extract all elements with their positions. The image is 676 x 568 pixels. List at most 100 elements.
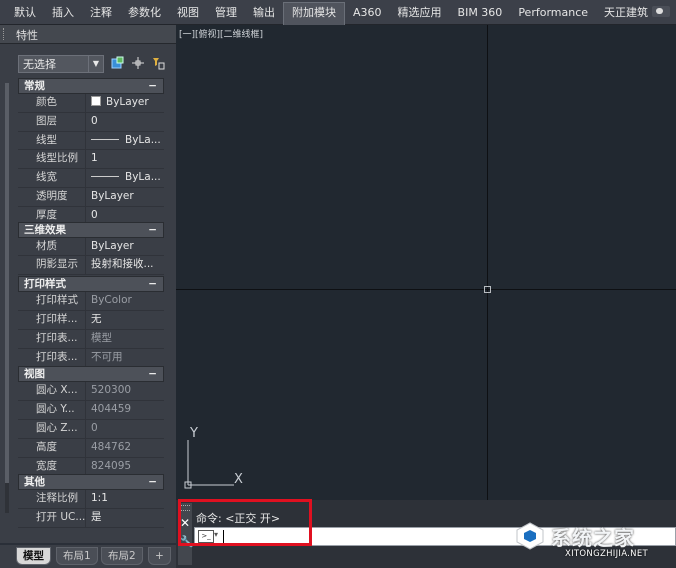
section-header[interactable]: 视图 − [18, 366, 164, 383]
crosshair-vertical [487, 25, 488, 500]
crosshair-horizontal [176, 289, 676, 290]
add-layout-button[interactable]: + [148, 547, 171, 565]
palette-scrollbar[interactable] [5, 83, 9, 513]
property-row[interactable]: 颜色 ByLayer [18, 94, 164, 113]
quick-select-icon[interactable] [150, 56, 166, 72]
grip-icon[interactable] [3, 28, 7, 40]
property-value[interactable]: ByLayer [86, 188, 164, 206]
ribbon-tab[interactable]: 管理 [207, 2, 245, 24]
palette-titlebar[interactable]: 特性 [0, 25, 176, 44]
property-name: 线宽 [18, 169, 86, 187]
property-row[interactable]: 高度 484762 [18, 438, 164, 458]
property-row[interactable]: 打印样式 ByColor [18, 292, 164, 311]
selection-dropdown[interactable]: 无选择 ▼ [18, 55, 104, 73]
property-name: 打印表... [18, 348, 86, 367]
property-value[interactable]: 1 [86, 150, 164, 168]
property-name: 高度 [18, 438, 86, 457]
ribbon-tab[interactable]: 输出 [245, 2, 283, 24]
property-row[interactable]: 圆心 Y... 404459 [18, 401, 164, 420]
section-title: 打印样式 [24, 278, 66, 291]
chevron-down-icon[interactable]: ▼ [88, 56, 103, 72]
collapse-icon[interactable]: − [148, 79, 157, 93]
collapse-icon[interactable]: − [148, 367, 157, 381]
property-value[interactable]: 0 [86, 113, 164, 131]
property-row[interactable]: 打印表... 不可用 [18, 348, 164, 368]
layout-tab[interactable]: 模型 [16, 547, 51, 565]
ribbon-tab[interactable]: 参数化 [120, 2, 169, 24]
property-row[interactable]: 图层 0 [18, 112, 164, 132]
ribbon-tab[interactable]: 精选应用 [390, 2, 450, 24]
property-value[interactable]: ByColor [86, 292, 164, 310]
section-header[interactable]: 打印样式 − [18, 276, 164, 293]
ribbon-tab[interactable]: 天正建筑 [596, 2, 656, 24]
property-value-text: 是 [91, 511, 102, 524]
property-row[interactable]: 打印表... 模型 [18, 329, 164, 349]
toggle-pickadd-icon[interactable] [110, 56, 126, 72]
section-header[interactable]: 常规 − [18, 78, 164, 94]
property-row[interactable]: 线型 ByLa... [18, 131, 164, 151]
property-value[interactable]: ByLayer [86, 94, 164, 112]
property-value[interactable]: 824095 [86, 458, 164, 476]
ucs-icon: Y X [184, 426, 243, 489]
ribbon-tab[interactable]: A360 [345, 2, 390, 24]
section-header[interactable]: 三维效果 − [18, 221, 164, 238]
property-value[interactable]: ByLa... [86, 169, 164, 187]
property-row[interactable]: 打印样... 无 [18, 310, 164, 330]
section-header[interactable]: 其他 − [18, 474, 164, 491]
viewport-controls[interactable]: [一][俯视][二维线框] [179, 27, 263, 40]
ribbon-tab[interactable]: 默认 [6, 2, 44, 24]
property-value-text: 1 [91, 152, 98, 165]
ribbon-toggle-icon[interactable] [652, 6, 670, 17]
ribbon-tab[interactable]: 插入 [44, 2, 82, 24]
ribbon-tab[interactable]: Performance [510, 2, 596, 24]
property-value[interactable]: ByLa... [86, 132, 164, 150]
property-row[interactable]: 注释比例 1:1 [18, 490, 164, 510]
property-row[interactable]: 阴影显示 投射和接收... [18, 256, 164, 276]
property-row[interactable]: 线宽 ByLa... [18, 169, 164, 188]
property-name: 透明度 [18, 187, 86, 206]
property-value[interactable]: 0 [86, 420, 164, 438]
property-row[interactable]: 材质 ByLayer [18, 237, 164, 257]
ribbon-tab[interactable]: 注释 [82, 2, 120, 24]
property-value[interactable]: 模型 [86, 330, 164, 348]
property-value[interactable]: 投射和接收... [86, 256, 164, 274]
property-name: 打印样式 [18, 292, 86, 310]
property-row[interactable]: 透明度 ByLayer [18, 187, 164, 207]
layout-tab[interactable]: 布局1 [56, 547, 98, 565]
property-value-text: 0 [91, 208, 98, 221]
property-name: 打开 UC... [18, 509, 86, 527]
ribbon-tab[interactable]: 附加模块 [283, 2, 345, 25]
property-value[interactable]: ByLayer [86, 238, 164, 256]
property-value-text: ByLa... [125, 133, 161, 146]
ribbon-tab[interactable]: 视图 [169, 2, 207, 24]
highlight-box [178, 499, 312, 546]
collapse-icon[interactable]: − [148, 223, 157, 237]
property-value[interactable]: 无 [86, 311, 164, 329]
linetype-preview-icon [91, 138, 119, 140]
property-row[interactable]: 圆心 X... 520300 [18, 382, 164, 402]
property-value[interactable]: 1:1 [86, 490, 164, 508]
property-value-text: 404459 [91, 403, 132, 416]
property-name: 阴影显示 [18, 256, 86, 275]
property-value-text: ByLayer [91, 189, 134, 202]
ribbon-tab[interactable]: BIM 360 [450, 2, 511, 24]
property-row[interactable]: 打开 UC... 是 [18, 509, 164, 528]
watermark: 系统之家 XITONGZHIJIA.NET [515, 519, 675, 567]
property-value-text: ByLa... [125, 171, 161, 184]
select-objects-icon[interactable] [130, 56, 146, 72]
color-swatch-icon [91, 96, 101, 106]
property-value-text: 824095 [91, 459, 132, 472]
property-name: 圆心 Y... [18, 401, 86, 419]
collapse-icon[interactable]: − [148, 277, 157, 291]
drawing-canvas[interactable]: [一][俯视][二维线框] Y X [176, 25, 676, 500]
collapse-icon[interactable]: − [148, 475, 157, 489]
property-value[interactable]: 404459 [86, 401, 164, 419]
property-value[interactable]: 484762 [86, 439, 164, 457]
property-row[interactable]: 圆心 Z... 0 [18, 419, 164, 439]
property-value[interactable]: 520300 [86, 382, 164, 400]
property-value[interactable]: 不可用 [86, 349, 164, 367]
scrollbar-thumb[interactable] [5, 83, 9, 483]
property-value[interactable]: 是 [86, 509, 164, 527]
layout-tab[interactable]: 布局2 [101, 547, 143, 565]
property-row[interactable]: 线型比例 1 [18, 150, 164, 170]
